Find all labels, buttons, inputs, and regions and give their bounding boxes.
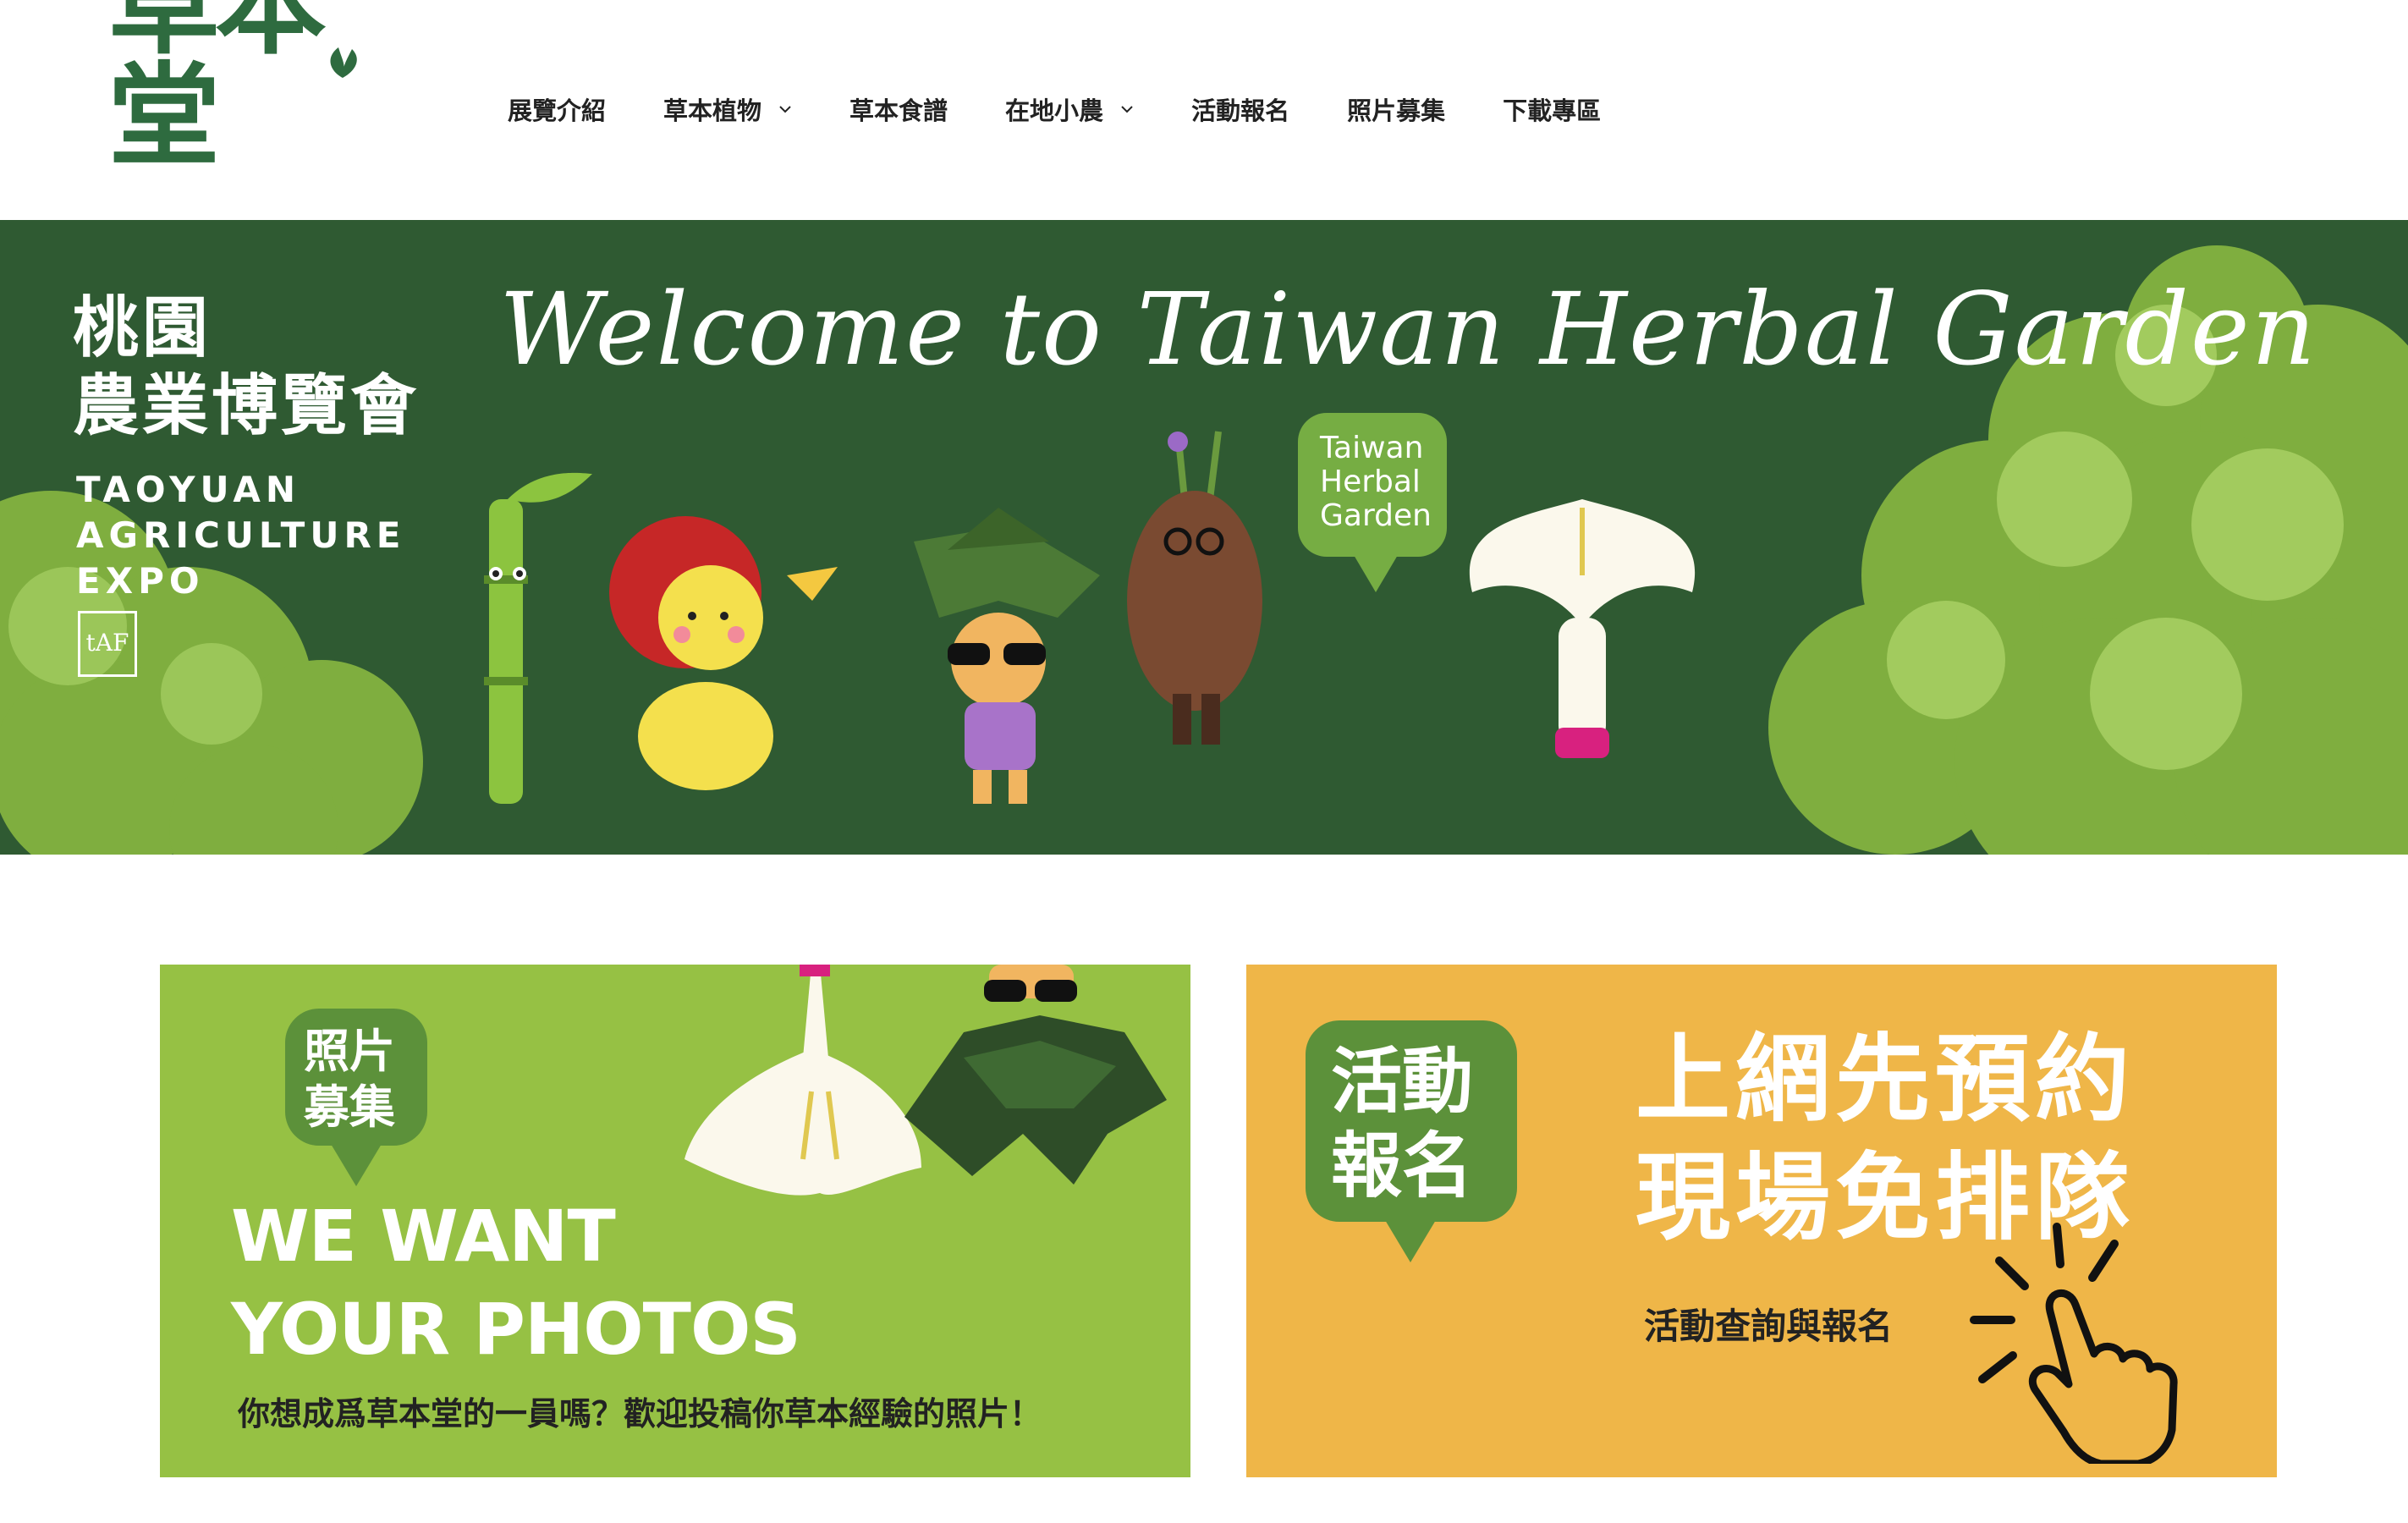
nav-label: 草本植物 <box>663 96 762 125</box>
bubble-line: Taiwan <box>1320 431 1424 465</box>
tag-line: 活動 <box>1331 1040 1474 1123</box>
nav-local-farmers[interactable]: 在地小農 <box>1005 91 1134 127</box>
tag-line: 報名 <box>1331 1124 1474 1207</box>
photo-collection-card[interactable]: 照片 募集 WE WANT YOUR PHOTOS 你想成爲草本堂的一員嗎？歡迎… <box>160 965 1190 1477</box>
leaf-icon <box>330 47 357 78</box>
expo-title-cn-line2: 農業博覽會 <box>73 368 421 444</box>
bubble-tail <box>1354 555 1398 592</box>
bubble-line: Garden <box>1320 498 1432 533</box>
nav-label: 在地小農 <box>1005 96 1104 125</box>
bamboo-character <box>484 472 592 804</box>
expo-title-cn: 桃園 農業博覽會 <box>73 289 420 445</box>
expo-title-en: TAOYUAN AGRICULTURE EXPO <box>76 467 405 604</box>
tag-tail <box>331 1144 382 1186</box>
pointer-hand-icon <box>1970 1223 2178 1464</box>
nav-exhibition-intro[interactable]: 展覽介紹 <box>508 91 606 127</box>
site-logo[interactable]: 草本堂 <box>108 0 421 173</box>
event-signup-tag: 活動 報名 <box>1306 1020 1517 1222</box>
nav-label: 草本食譜 <box>849 96 948 125</box>
nav-label: 活動報名 <box>1191 96 1290 125</box>
nav-label: 下載專區 <box>1503 96 1602 125</box>
nav-label: 展覽介紹 <box>508 96 607 125</box>
headline-line: 上網先預約 <box>1636 1025 2135 1135</box>
nav-photo-collection[interactable]: 照片募集 <box>1347 91 1445 127</box>
herbal-garden-bubble: Taiwan Herbal Garden <box>1298 413 1447 557</box>
photos-caption: 你想成爲草本堂的一員嗎？歡迎投稿你草本經驗的照片！ <box>238 1395 1042 1432</box>
site-header: 草本堂 展覽介紹 草本植物 草本食譜 在地小農 活動報名 照片募集 下載專區 <box>0 0 2408 220</box>
tag-line: 募集 <box>304 1080 395 1134</box>
chevron-down-icon <box>779 106 791 113</box>
events-caption: 活動查詢與報名 <box>1644 1306 1894 1347</box>
nav-herbal-recipes[interactable]: 草本食譜 <box>849 91 948 127</box>
nav-herbal-plants[interactable]: 草本植物 <box>663 91 792 127</box>
expo-title-en-line2: AGRICULTURE <box>76 514 406 556</box>
tag-line: 照片 <box>304 1025 395 1078</box>
nav-event-signup[interactable]: 活動報名 <box>1191 91 1289 127</box>
logo-text: 草本堂 <box>108 0 327 182</box>
nav-downloads[interactable]: 下載專區 <box>1503 91 1601 127</box>
chevron-down-icon <box>1121 106 1133 113</box>
nav-label: 照片募集 <box>1347 96 1446 125</box>
welcome-heading: Welcome to Taiwan Herbal Garden <box>499 271 2317 388</box>
expo-mark: tAF <box>78 611 137 677</box>
main-nav: 展覽介紹 草本植物 草本食譜 在地小農 活動報名 照片募集 下載專區 <box>508 91 1658 127</box>
photos-headline: WE WANT YOUR PHOTOS <box>231 1190 801 1376</box>
hero-banner[interactable]: 桃園 農業博覽會 TAOYUAN AGRICULTURE EXPO tAF We… <box>0 220 2408 855</box>
photo-collection-tag: 照片 募集 <box>285 1009 427 1146</box>
root-character <box>1127 431 1262 745</box>
tag-tail <box>1385 1220 1436 1262</box>
expo-title-cn-line1: 桃園 <box>73 290 212 366</box>
event-signup-card[interactable]: 活動 報名 上網先預約 現場免排隊 活動查詢與報名 <box>1246 965 2277 1477</box>
leafy-character <box>914 508 1100 804</box>
bubble-line: Herbal <box>1320 465 1421 499</box>
lily-character <box>1469 499 1696 758</box>
expo-title-en-line3: EXPO <box>76 560 205 602</box>
expo-title-en-line1: TAOYUAN <box>76 469 300 510</box>
flower-character <box>609 516 838 790</box>
headline-line: YOUR PHOTOS <box>231 1288 801 1371</box>
headline-line: WE WANT <box>231 1195 616 1278</box>
